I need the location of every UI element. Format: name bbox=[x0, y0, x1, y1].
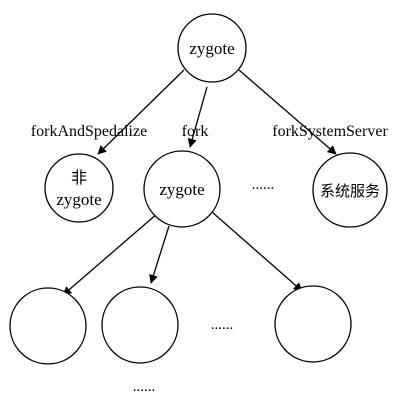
ellipsis-row2: ...... bbox=[252, 177, 275, 193]
edge-child-to-leaf-2 bbox=[149, 225, 170, 284]
node-system-services-label: 系统服务 bbox=[320, 183, 380, 200]
ellipsis-row3: ...... bbox=[211, 317, 234, 333]
edge-child-to-leaf-1 bbox=[62, 212, 159, 296]
node-leaf-1 bbox=[9, 287, 87, 365]
ellipsis-bottom: ...... bbox=[133, 379, 156, 395]
process-tree-diagram: zygote 非 zygote zygote 系统服务 forkAndSpeda… bbox=[0, 0, 414, 403]
edge-root-to-system-services bbox=[238, 69, 337, 155]
diagram-svg: zygote 非 zygote zygote 系统服务 forkAndSpeda… bbox=[9, 13, 388, 395]
node-root-label: zygote bbox=[189, 39, 234, 58]
node-child-label: zygote bbox=[159, 180, 204, 199]
node-leaf-2 bbox=[101, 286, 179, 364]
edge-label-fork-system-server: forkSystemServer bbox=[272, 123, 388, 140]
edge-label-fork-and-specialize: forkAndSpedalize bbox=[31, 123, 147, 140]
node-non-zygote-label-line1: 非 bbox=[71, 169, 87, 187]
edge-root-to-non-zygote bbox=[97, 69, 185, 155]
edge-child-to-leaf-3 bbox=[211, 211, 303, 292]
node-non-zygote bbox=[44, 153, 114, 223]
edge-label-fork: fork bbox=[182, 123, 209, 140]
node-non-zygote-label-line2: zygote bbox=[56, 190, 101, 209]
node-leaf-3 bbox=[274, 285, 352, 363]
